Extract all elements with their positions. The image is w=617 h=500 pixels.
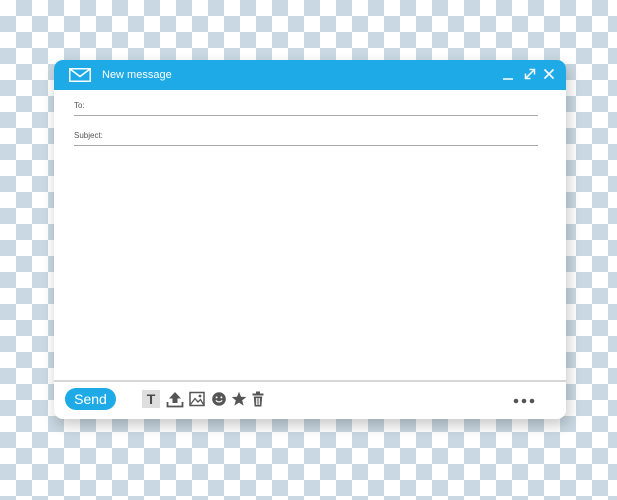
to-input[interactable]: [108, 99, 536, 114]
more-options-button[interactable]: [510, 395, 540, 405]
minimize-icon: [503, 78, 513, 80]
message-body[interactable]: [74, 156, 546, 376]
upload-icon[interactable]: [166, 390, 184, 408]
close-button[interactable]: [542, 67, 556, 81]
trash-icon[interactable]: [249, 390, 267, 408]
text-format-icon[interactable]: T: [142, 390, 160, 408]
image-icon[interactable]: [188, 390, 206, 408]
emoji-icon[interactable]: [210, 390, 228, 408]
to-field: To:: [74, 99, 538, 116]
expand-icon: [524, 68, 536, 80]
close-icon: [543, 68, 555, 80]
compose-window: New message To: Subject: Send T: [54, 60, 566, 419]
subject-input[interactable]: [108, 129, 536, 144]
more-dots-icon: [513, 398, 535, 404]
window-title: New message: [102, 69, 172, 81]
to-label: To:: [74, 101, 85, 110]
send-button[interactable]: Send: [65, 388, 116, 410]
subject-field: Subject:: [74, 129, 538, 146]
subject-label: Subject:: [74, 131, 103, 140]
footer-divider: [54, 380, 566, 382]
maximize-button[interactable]: [523, 67, 537, 81]
envelope-icon: [69, 68, 91, 82]
title-bar: New message: [54, 60, 566, 90]
minimize-button[interactable]: [501, 67, 515, 81]
star-icon[interactable]: [230, 390, 248, 408]
